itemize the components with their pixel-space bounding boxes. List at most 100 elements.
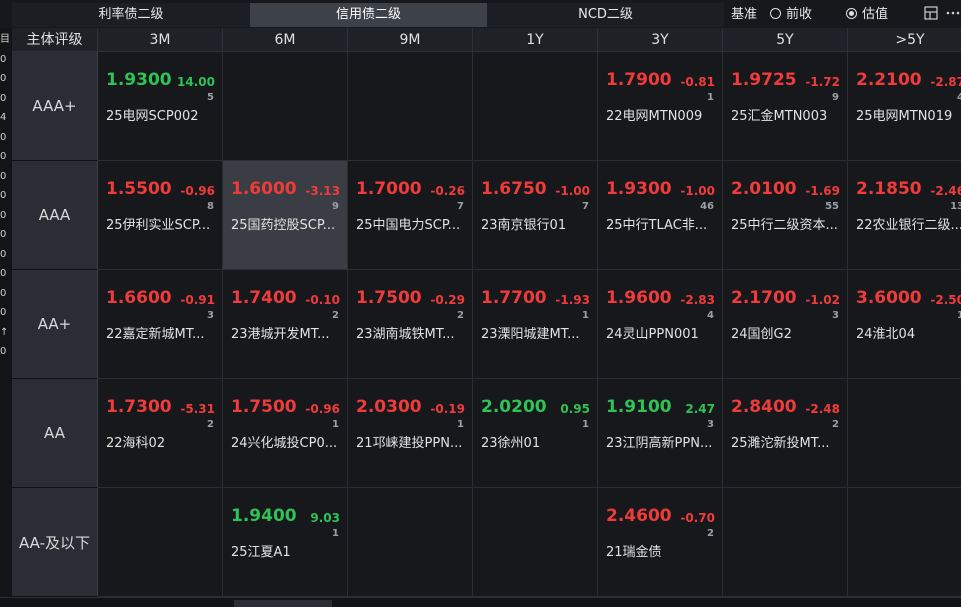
empty-cell: [98, 488, 223, 597]
bond-name: 24兴化城投CP0...: [231, 436, 338, 451]
edge-glyph: 0: [0, 170, 7, 182]
column-header-tenor[interactable]: 6M: [223, 28, 348, 52]
edge-glyph: 0: [0, 73, 7, 84]
bond-yield: 1.9600: [606, 288, 672, 308]
column-header-tenor[interactable]: 3M: [98, 28, 223, 52]
benchmark-option-valuation[interactable]: 估值: [846, 6, 888, 24]
tab-ncd-secondary[interactable]: NCD二级: [487, 3, 724, 27]
trade-count: 9: [332, 201, 339, 212]
bond-yield: 1.7500: [356, 288, 422, 308]
edge-glyph: 0: [0, 268, 7, 279]
bond-yield: 1.5500: [106, 179, 172, 199]
bond-name: 24灵山PPN001: [606, 327, 699, 342]
empty-cell: [348, 488, 473, 597]
tab-rate-bond-secondary[interactable]: 利率债二级: [12, 3, 250, 27]
benchmark-option-label: 前收: [786, 7, 813, 22]
bond-cell[interactable]: 1.6750 -1.00 7 23南京银行01: [473, 161, 598, 270]
bond-cell[interactable]: 1.7400 -0.10 2 23港城开发MT...: [223, 270, 348, 379]
bond-change-bp: -0.29: [430, 293, 465, 307]
bond-cell[interactable]: 1.9100 2.47 3 23江阴高新PPN...: [598, 379, 723, 488]
bond-cell[interactable]: 1.7500 -0.96 1 24兴化城投CP0...: [223, 379, 348, 488]
bond-cell[interactable]: 1.6000 -3.13 9 25国药控股SCP...: [223, 161, 348, 270]
bond-cell[interactable]: 2.0200 0.95 1 23徐州01: [473, 379, 598, 488]
bond-cell[interactable]: 1.7900 -0.81 1 22电网MTN009: [598, 52, 723, 161]
bond-name: 25中国电力SCP...: [356, 218, 461, 233]
edge-glyph: 0: [0, 346, 7, 357]
bond-cell[interactable]: 1.7000 -0.26 7 25中国电力SCP...: [348, 161, 473, 270]
bond-cell[interactable]: 2.0300 -0.19 1 21邛崃建投PPN...: [348, 379, 473, 488]
bond-cell[interactable]: 1.9300 14.00 5 25电网SCP002: [98, 52, 223, 161]
bond-cell[interactable]: 1.9600 -2.83 4 24灵山PPN001: [598, 270, 723, 379]
edge-glyph: 0: [0, 151, 7, 162]
column-header-tenor[interactable]: >5Y: [848, 28, 961, 52]
trade-count: 8: [207, 201, 214, 212]
bond-yield: 2.2100: [856, 70, 922, 90]
trade-count: 7: [582, 201, 589, 212]
column-header-tenor[interactable]: 1Y: [473, 28, 598, 52]
edge-glyph: 0: [0, 190, 7, 201]
bond-change-bp: -2.87: [930, 75, 961, 89]
bond-yield: 1.7400: [231, 288, 297, 308]
bond-change-bp: 0.95: [560, 402, 590, 416]
bond-name: 21邛崃建投PPN...: [356, 436, 463, 451]
bond-yield: 1.9400: [231, 506, 297, 526]
bond-cell[interactable]: 1.5500 -0.96 8 25伊利实业SCP...: [98, 161, 223, 270]
more-options-icon[interactable]: [946, 6, 960, 20]
empty-cell: [223, 52, 348, 161]
bond-cell[interactable]: 1.7700 -1.93 1 23溧阳城建MT...: [473, 270, 598, 379]
bond-yield: 1.7700: [481, 288, 547, 308]
bond-cell[interactable]: 1.9725 -1.72 9 25汇金MTN003: [723, 52, 848, 161]
empty-cell: [473, 488, 598, 597]
edge-glyph: 0: [0, 287, 7, 299]
bond-yield: 1.9100: [606, 397, 672, 417]
trade-count: 2: [832, 419, 839, 430]
trade-count: 2: [332, 310, 339, 321]
benchmark-option-label: 估值: [862, 7, 889, 22]
bond-cell[interactable]: 1.7300 -5.31 2 22海科02: [98, 379, 223, 488]
bond-name: 23南京银行01: [481, 218, 567, 233]
bond-yield: 1.7500: [231, 397, 297, 417]
bond-yield: 2.0300: [356, 397, 422, 417]
bond-change-bp: -0.96: [305, 402, 340, 416]
bond-yield: 1.7300: [106, 397, 172, 417]
bond-cell[interactable]: 2.8400 -2.48 2 25濉沱新投MT...: [723, 379, 848, 488]
trade-count: 13: [950, 201, 961, 212]
column-header-tenor[interactable]: 3Y: [598, 28, 723, 52]
trade-count: 7: [457, 201, 464, 212]
bond-cell[interactable]: 2.1850 -2.46 13 22农业银行二级...: [848, 161, 961, 270]
bond-cell[interactable]: 1.7500 -0.29 2 23湖南城铁MT...: [348, 270, 473, 379]
trade-count: 2: [707, 528, 714, 539]
row-label-rating: AAA: [12, 161, 98, 270]
empty-cell: [473, 52, 598, 161]
bond-name: 25国药控股SCP...: [231, 218, 336, 233]
empty-cell: [723, 488, 848, 597]
bond-cell[interactable]: 2.0100 -1.69 55 25中行二级资本...: [723, 161, 848, 270]
column-header-tenor[interactable]: 5Y: [723, 28, 848, 52]
bond-change-bp: -1.72: [805, 75, 840, 89]
bond-change-bp: -0.91: [180, 293, 215, 307]
benchmark-option-prev-close[interactable]: 前收: [770, 6, 812, 24]
bond-cell[interactable]: 2.2100 -2.87 4 25电网MTN019: [848, 52, 961, 161]
trade-count: 9: [832, 92, 839, 103]
row-label-rating: AA: [12, 379, 98, 488]
edge-glyph: 0: [0, 53, 7, 65]
bond-change-bp: -5.31: [180, 402, 215, 416]
column-header-tenor[interactable]: 9M: [348, 28, 473, 52]
bond-name: 23港城开发MT...: [231, 327, 330, 342]
row-label-rating: AA+: [12, 270, 98, 379]
bond-cell[interactable]: 1.9300 -1.00 46 25中行TLAC非...: [598, 161, 723, 270]
layout-grid-icon[interactable]: [924, 6, 938, 20]
bond-cell[interactable]: 3.6000 -2.50 1 24淮北04: [848, 270, 961, 379]
tab-credit-bond-secondary[interactable]: 信用债二级: [250, 3, 487, 27]
bond-cell[interactable]: 2.1700 -1.02 3 24国创G2: [723, 270, 848, 379]
bond-yield: 1.7900: [606, 70, 672, 90]
empty-cell: [848, 379, 961, 488]
trade-count: 3: [707, 419, 714, 430]
bond-change-bp: -1.93: [555, 293, 590, 307]
bond-yield: 1.9300: [606, 179, 672, 199]
bond-cell[interactable]: 1.9400 9.03 1 25江夏A1: [223, 488, 348, 597]
bond-cell[interactable]: 2.4600 -0.70 2 21瑞金债: [598, 488, 723, 597]
bond-name: 25中行TLAC非...: [606, 218, 708, 233]
bond-name: 22海科02: [106, 436, 166, 451]
bond-cell[interactable]: 1.6600 -0.91 3 22嘉定新城MT...: [98, 270, 223, 379]
